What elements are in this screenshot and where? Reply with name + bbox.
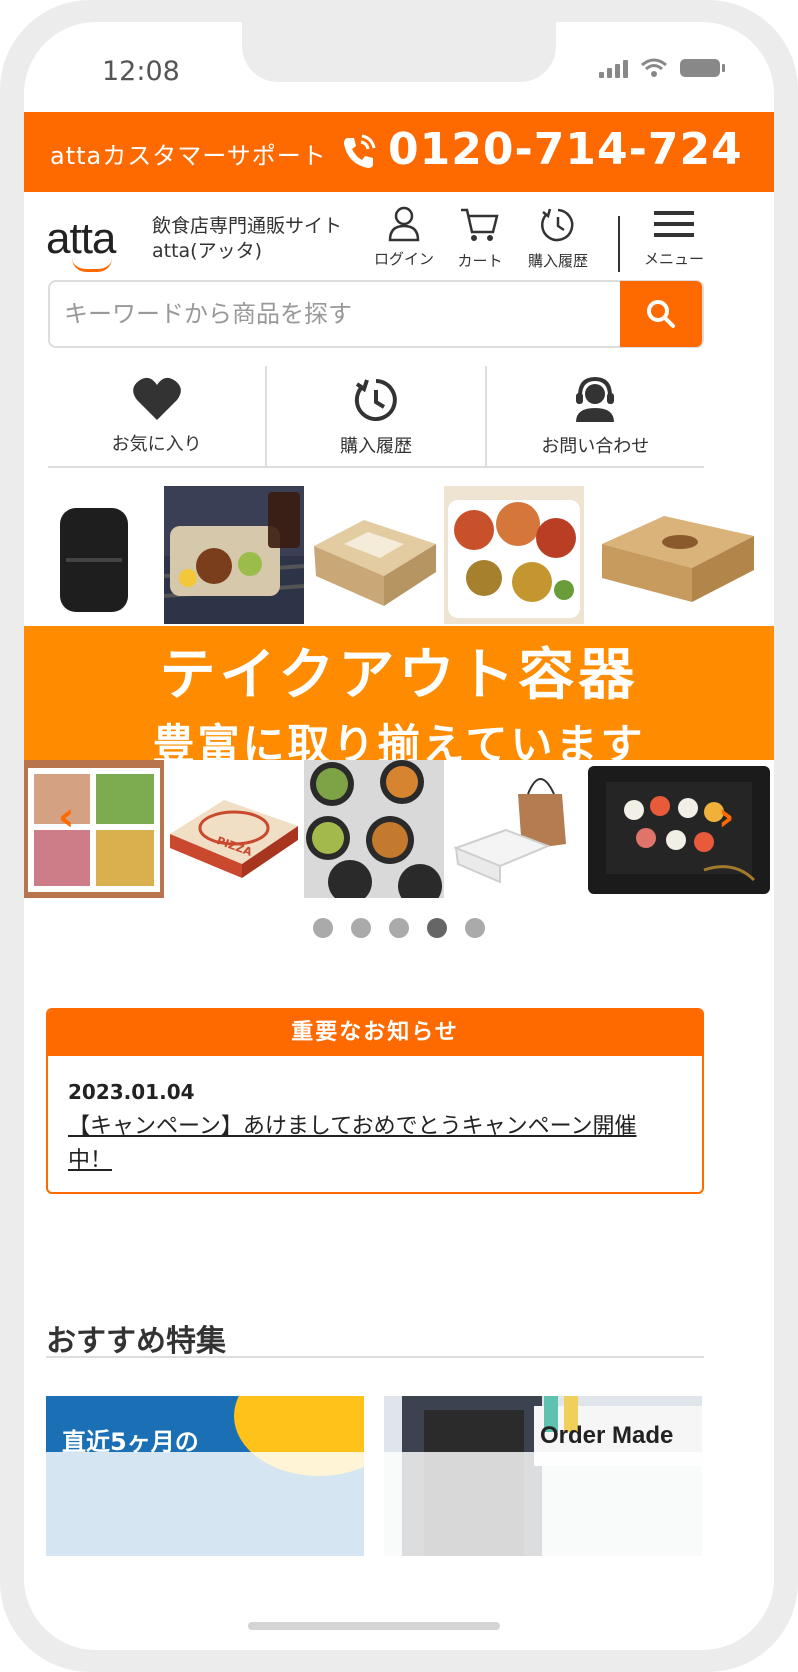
quick-history[interactable]: 購入履歴 (267, 366, 487, 466)
banner-tile-party-platter (444, 486, 584, 624)
quick-history-label: 購入履歴 (339, 436, 412, 457)
quick-nav: お気に入り 購入履歴 お問い合わせ (48, 366, 704, 468)
search-icon (647, 300, 675, 328)
carousel-dot[interactable] (389, 918, 409, 938)
site-desc-line1: 飲食店専門通販サイト (152, 215, 343, 237)
banner-headline-band: テイクアウト容器 豊富に取り揃えています (24, 626, 774, 769)
cart-label: カート (457, 252, 503, 270)
support-agent-icon (576, 376, 615, 422)
carousel-next-arrow-icon[interactable]: › (718, 794, 734, 840)
banner-carousel[interactable]: テイクアウト容器 豊富に取り揃えています PIZZA ‹ › (24, 486, 774, 898)
banner-tile-bento-box (164, 486, 304, 624)
banner-headline: テイクアウト容器 (159, 643, 639, 708)
quick-contact-label: お問い合わせ (541, 436, 650, 457)
bottom-overlay (24, 1452, 774, 1650)
heart-icon (132, 377, 181, 420)
notice-title: 重要なお知らせ (48, 1010, 702, 1056)
carousel-dot-active[interactable] (427, 918, 447, 938)
status-time: 12:08 (102, 56, 180, 87)
menu-button[interactable]: メニュー (634, 206, 714, 269)
phone-frame: 12:08 attaカスタマーサポート 0120-714-724 atta 飲食… (0, 0, 798, 1672)
quick-contact[interactable]: お問い合わせ (487, 366, 704, 466)
carousel-prev-arrow-icon[interactable]: ‹ (58, 794, 74, 840)
support-label: attaカスタマーサポート (50, 142, 327, 170)
history-icon (540, 208, 574, 242)
banner-tile-printed-box (584, 486, 774, 624)
history-icon (354, 379, 397, 421)
support-bar[interactable]: attaカスタマーサポート 0120-714-724 (24, 112, 774, 192)
atta-logo[interactable]: atta (46, 214, 116, 264)
feature-card-text: Order Made (540, 1422, 674, 1449)
quick-favorites[interactable]: お気に入り (48, 366, 268, 466)
banner-tile-black-container (24, 486, 164, 624)
notice-date: 2023.01.04 (68, 1080, 195, 1104)
notch (242, 22, 556, 82)
login-button[interactable]: ログイン (364, 206, 444, 269)
history-label: 購入履歴 (527, 252, 588, 270)
banner-tile-sushi-box (584, 760, 774, 898)
important-notice: 重要なお知らせ 2023.01.04 【キャンペーン】あけましておめでとうキャン… (46, 1008, 704, 1194)
carousel-dot[interactable] (351, 918, 371, 938)
login-label: ログイン (373, 250, 434, 268)
banner-tile-salad-bowls (304, 760, 444, 898)
site-description: 飲食店専門通販サイト atta(アッタ) (152, 214, 342, 264)
status-bar: 12:08 (24, 22, 774, 112)
logo-smile-icon (72, 258, 112, 272)
cart-icon (461, 208, 499, 241)
carousel-dot[interactable] (465, 918, 485, 938)
cart-button[interactable]: カート (440, 206, 520, 271)
phone-icon (344, 134, 376, 168)
search-bar (48, 280, 704, 348)
status-icons (599, 58, 725, 78)
search-button[interactable] (620, 281, 702, 347)
user-icon (388, 206, 420, 242)
carousel-pagination (24, 918, 774, 938)
banner-tile-catering-tray (24, 760, 164, 898)
phone-screen: 12:08 attaカスタマーサポート 0120-714-724 atta 飲食… (24, 22, 774, 1650)
menu-label: メニュー (643, 250, 704, 268)
site-header: atta 飲食店専門通販サイト atta(アッタ) ログイン カート 購入履歴 … (24, 192, 774, 292)
signal-icon (599, 58, 628, 78)
quick-favorites-label: お気に入り (111, 434, 202, 455)
header-divider (618, 216, 620, 272)
support-phone-number[interactable]: 0120-714-724 (388, 124, 743, 175)
features-title: おすすめ特集 (46, 1324, 226, 1359)
carousel-dot[interactable] (313, 918, 333, 938)
banner-tile-clear-container (444, 760, 584, 898)
banner-tile-pizza-box: PIZZA (164, 760, 304, 898)
history-button[interactable]: 購入履歴 (518, 206, 598, 271)
battery-icon (680, 59, 725, 77)
wifi-icon (641, 58, 667, 77)
search-input[interactable] (64, 284, 614, 344)
home-indicator[interactable] (248, 1622, 500, 1630)
features-divider (46, 1356, 704, 1358)
notice-link[interactable]: 【キャンペーン】あけましておめでとうキャンペーン開催中！ (68, 1110, 668, 1178)
site-desc-line2: atta(アッタ) (152, 240, 263, 262)
hamburger-icon (654, 211, 694, 237)
banner-tile-kraft-box (304, 486, 444, 624)
